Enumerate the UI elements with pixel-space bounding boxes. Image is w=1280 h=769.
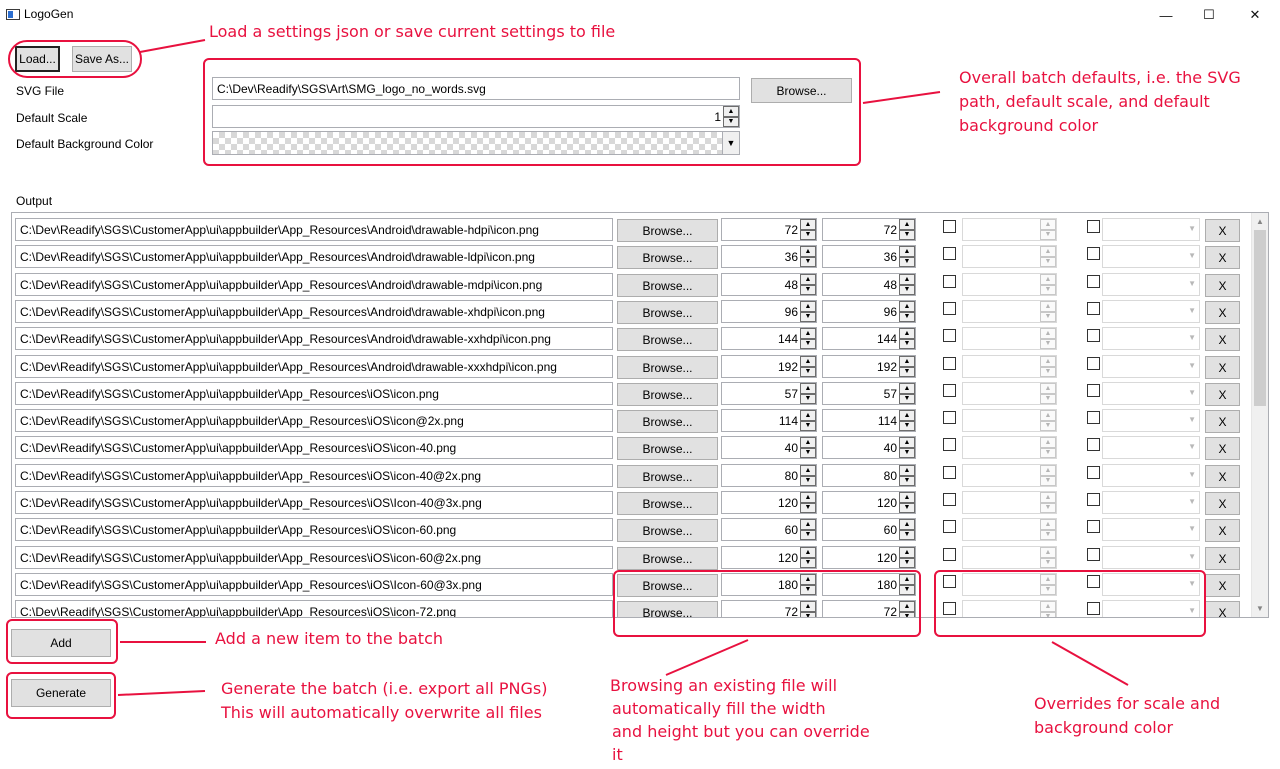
- annotation-browse-3: and height but you can override: [612, 722, 870, 741]
- annotation-overrides-2: background color: [1034, 718, 1174, 737]
- annotation-defaults-3: background color: [959, 116, 1099, 135]
- annotation-defaults-1: Overall batch defaults, i.e. the SVG: [959, 68, 1241, 87]
- annotation-browse-4: it: [612, 745, 623, 764]
- annotation-generate-1: Generate the batch (i.e. export all PNGs…: [221, 679, 548, 698]
- annotation-defaults-2: path, default scale, and default: [959, 92, 1210, 111]
- annotation-add: Add a new item to the batch: [215, 629, 444, 648]
- annotation-browse-1: Browsing an existing file will: [610, 676, 838, 695]
- annotation-generate-2: This will automatically overwrite all fi…: [221, 703, 542, 722]
- annotation-browse-2: automatically fill the width: [612, 699, 826, 718]
- annotation-overrides-1: Overrides for scale and: [1034, 694, 1221, 713]
- annotation-load-save: Load a settings json or save current set…: [209, 22, 616, 41]
